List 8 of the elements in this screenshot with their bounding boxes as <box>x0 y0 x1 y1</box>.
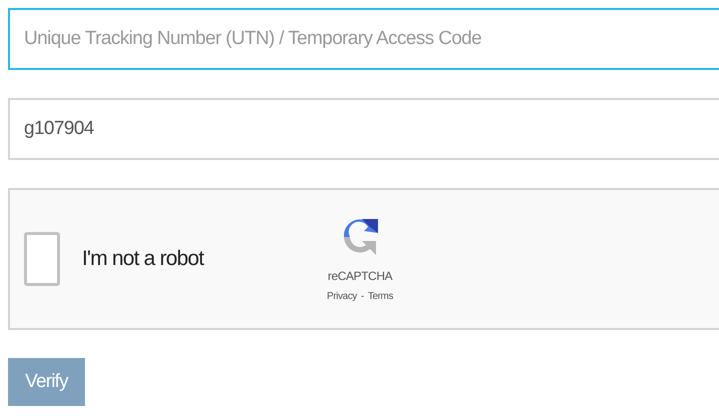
checkbox-label: I'm not a robot <box>82 246 204 272</box>
brand-label: reCAPTCHA <box>328 268 392 284</box>
privacy-link[interactable]: Privacy <box>326 288 357 304</box>
terms-link[interactable]: Terms <box>368 288 394 304</box>
text-field[interactable]: Unique Tracking Number (UTN) / Temporary Access Code <box>8 8 719 70</box>
text-field[interactable]: g107904 <box>8 98 719 160</box>
separator: - <box>360 290 364 304</box>
checkbox[interactable] <box>24 232 60 286</box>
